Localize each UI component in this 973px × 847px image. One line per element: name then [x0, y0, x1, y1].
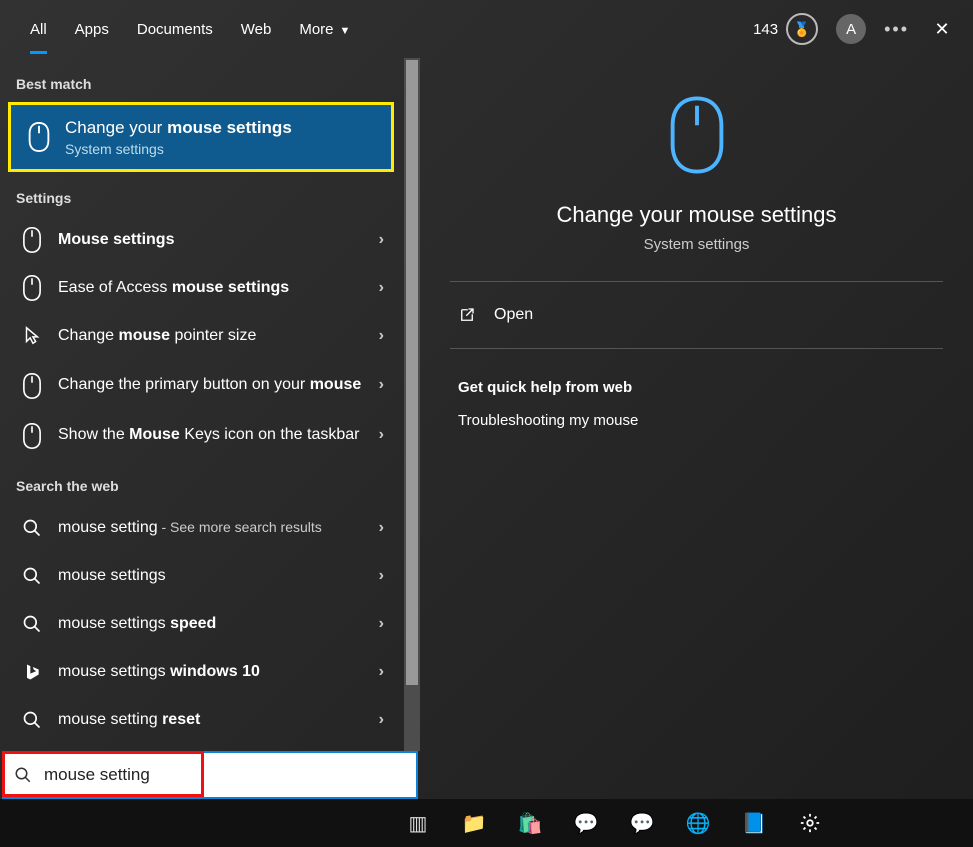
user-avatar[interactable]: A — [836, 14, 866, 44]
bing-icon — [18, 658, 46, 686]
section-best-match: Best match — [16, 76, 388, 92]
filter-tabs: All Apps Documents Web More▼ — [16, 15, 350, 44]
web-result[interactable]: mouse settings › — [14, 552, 388, 600]
details-pane: Change your mouse settings System settin… — [420, 58, 973, 799]
tab-apps[interactable]: Apps — [75, 15, 109, 44]
close-button[interactable]: ✕ — [927, 19, 957, 40]
chevron-right-icon: › — [379, 426, 384, 444]
chevron-right-icon: › — [379, 615, 384, 633]
search-icon — [14, 766, 32, 784]
help-link-troubleshooting[interactable]: Troubleshooting my mouse — [458, 412, 943, 429]
chevron-right-icon: › — [379, 663, 384, 681]
chevron-right-icon: › — [379, 519, 384, 537]
search-icon — [18, 706, 46, 734]
chevron-right-icon: › — [379, 711, 384, 729]
open-external-icon — [458, 306, 476, 324]
open-action[interactable]: Open — [450, 282, 943, 349]
web-result[interactable]: mouse settings speed › — [14, 600, 388, 648]
hero-mouse-icon — [666, 96, 728, 174]
search-input[interactable] — [42, 764, 406, 786]
mouse-icon — [18, 422, 46, 450]
file-explorer-icon[interactable]: 📁 — [458, 807, 490, 839]
results-pane: Best match Change your mouse settings Sy… — [0, 58, 420, 799]
result-mouse-keys-icon[interactable]: Show the Mouse Keys icon on the taskbar … — [14, 410, 388, 460]
chevron-right-icon: › — [379, 567, 384, 585]
messenger-icon[interactable]: 💬 — [626, 807, 658, 839]
task-view-icon[interactable]: ▥ — [402, 807, 434, 839]
taskbar: ▥ 📁 🛍️ 💬 💬 🌐 📘 — [0, 799, 973, 847]
results-scrollbar[interactable]: ▲ ▼ — [404, 58, 420, 751]
medal-icon: 🏅 — [786, 13, 818, 45]
whatsapp-icon[interactable]: 💬 — [570, 807, 602, 839]
more-options-button[interactable]: ••• — [884, 19, 909, 40]
microsoft-store-icon[interactable]: 🛍️ — [514, 807, 546, 839]
open-label: Open — [494, 306, 533, 324]
help-header: Get quick help from web — [458, 379, 943, 396]
details-title: Change your mouse settings — [556, 202, 836, 228]
chevron-right-icon: › — [379, 231, 384, 249]
web-result[interactable]: mouse setting - See more search results … — [14, 504, 388, 552]
best-match-title: Change your mouse settings — [65, 117, 377, 139]
search-box[interactable] — [2, 751, 418, 799]
pointer-icon — [18, 322, 46, 350]
web-result[interactable]: mouse settings windows 10 › — [14, 648, 388, 696]
points-value: 143 — [753, 21, 778, 38]
chevron-right-icon: › — [379, 376, 384, 394]
chevron-right-icon: › — [379, 279, 384, 297]
search-icon — [18, 514, 46, 542]
settings-icon[interactable] — [794, 807, 826, 839]
result-primary-button[interactable]: Change the primary button on your mouse … — [14, 360, 388, 410]
chrome-icon[interactable]: 🌐 — [682, 807, 714, 839]
best-match-subtitle: System settings — [65, 141, 377, 157]
result-pointer-size[interactable]: Change mouse pointer size › — [14, 312, 388, 360]
tab-web[interactable]: Web — [241, 15, 272, 44]
details-subtitle: System settings — [644, 236, 750, 253]
tab-more[interactable]: More▼ — [299, 15, 350, 44]
top-bar: All Apps Documents Web More▼ 143 🏅 A •••… — [0, 0, 973, 58]
result-ease-of-access[interactable]: Ease of Access mouse settings › — [14, 264, 388, 312]
mouse-icon — [18, 226, 46, 254]
search-icon — [18, 562, 46, 590]
best-match-result[interactable]: Change your mouse settings System settin… — [8, 102, 394, 172]
notes-icon[interactable]: 📘 — [738, 807, 770, 839]
mouse-icon — [25, 123, 53, 151]
scroll-thumb[interactable] — [406, 60, 418, 685]
search-icon — [18, 610, 46, 638]
rewards-points[interactable]: 143 🏅 — [753, 13, 818, 45]
tab-all[interactable]: All — [30, 15, 47, 44]
result-mouse-settings[interactable]: Mouse settings › — [14, 216, 388, 264]
web-result[interactable]: mouse setting reset › — [14, 696, 388, 744]
section-settings: Settings — [16, 190, 388, 206]
chevron-right-icon: › — [379, 327, 384, 345]
web-result[interactable]: mouse settings panel › — [14, 744, 388, 751]
section-web: Search the web — [16, 478, 388, 494]
mouse-icon — [18, 372, 46, 400]
tab-documents[interactable]: Documents — [137, 15, 213, 44]
mouse-icon — [18, 274, 46, 302]
chevron-down-icon: ▼ — [340, 25, 351, 37]
